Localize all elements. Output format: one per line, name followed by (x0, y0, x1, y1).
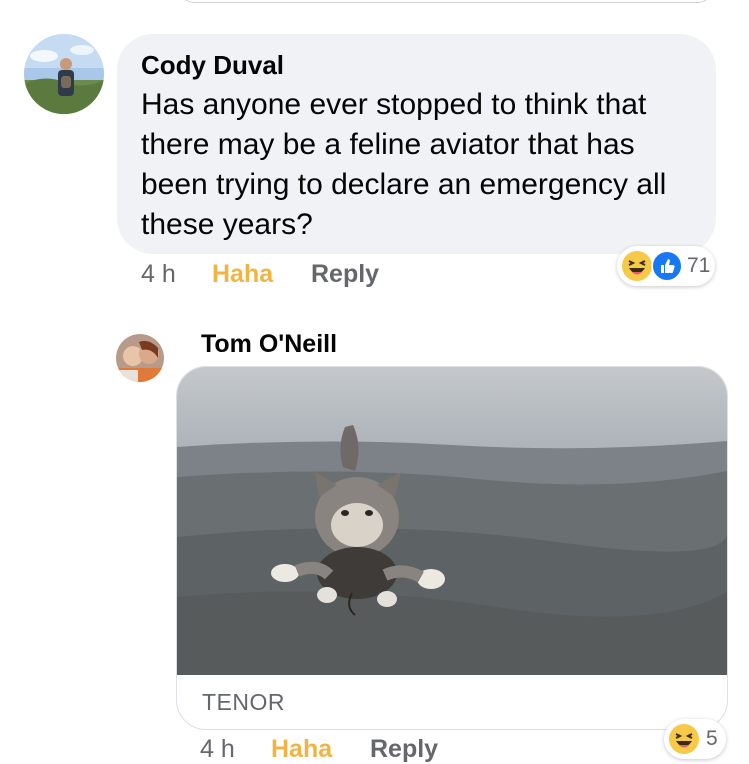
reaction-count: 71 (687, 254, 711, 277)
like-thumb-icon (651, 250, 683, 282)
avatar-tom-oneill[interactable] (116, 334, 164, 382)
comment-timestamp[interactable]: 4 h (200, 735, 235, 764)
previous-comment-bubble-edge (180, 0, 712, 3)
gif-source-label: TENOR (202, 689, 285, 715)
reply-button[interactable]: Reply (311, 260, 379, 289)
flying-cat-gif-image (177, 367, 727, 675)
avatar-cody-duval[interactable] (24, 34, 104, 114)
reply-button[interactable]: Reply (370, 735, 438, 764)
haha-emoji-icon (622, 251, 652, 281)
comment-text: Has anyone ever stopped to think that th… (141, 88, 667, 241)
haha-reaction-button[interactable]: Haha (212, 260, 273, 289)
comment-author-name[interactable]: Tom O'Neill (201, 330, 337, 359)
haha-emoji-icon (669, 724, 699, 754)
comment-timestamp[interactable]: 4 h (141, 260, 176, 289)
haha-reaction-button[interactable]: Haha (271, 735, 332, 764)
gif-attachment[interactable]: TENOR (176, 366, 728, 730)
comment-author-name[interactable]: Cody Duval (141, 50, 284, 81)
reaction-summary[interactable]: 71 (617, 246, 715, 286)
reaction-count: 5 (706, 727, 718, 750)
reaction-summary[interactable]: 5 (664, 719, 726, 759)
